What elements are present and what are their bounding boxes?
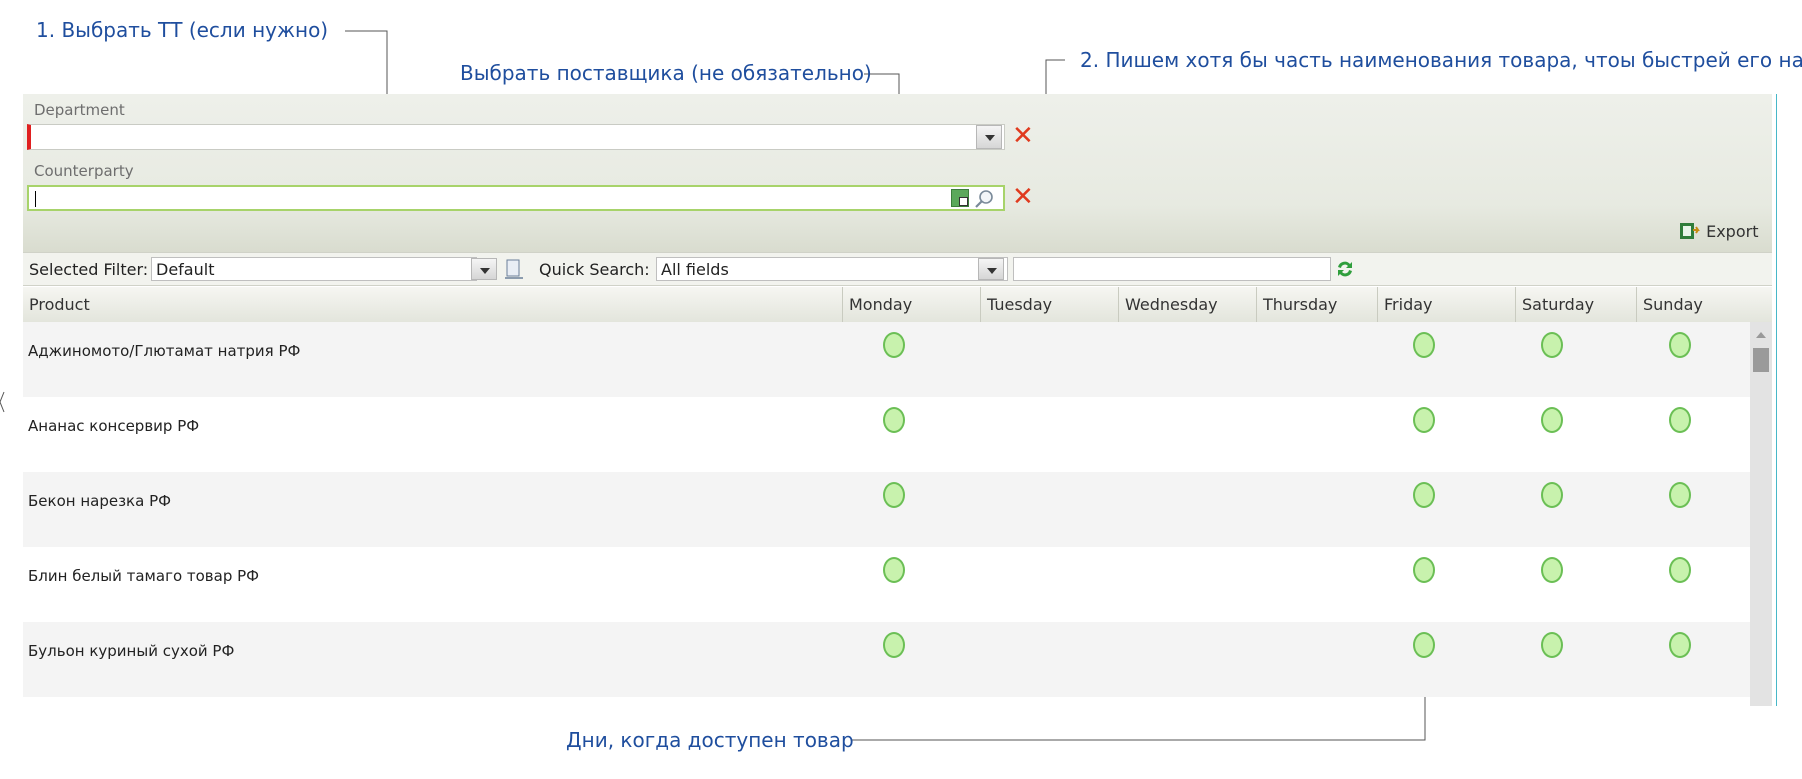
column-header-tuesday[interactable]: Tuesday	[980, 287, 1118, 322]
column-header-monday[interactable]: Monday	[842, 287, 980, 322]
filter-settings-icon[interactable]	[503, 258, 525, 280]
counterparty-label: Counterparty	[34, 162, 134, 180]
product-name: Бульон куриный сухой РФ	[28, 642, 235, 660]
availability-indicator-friday	[1413, 557, 1435, 583]
department-label: Department	[34, 101, 125, 119]
quick-search-dropdown-button[interactable]	[978, 258, 1004, 280]
availability-indicator-sunday	[1669, 332, 1691, 358]
export-label: Export	[1706, 222, 1759, 241]
availability-indicator-friday	[1413, 332, 1435, 358]
scroll-up-arrow-icon[interactable]	[1756, 332, 1766, 338]
availability-indicator-monday	[883, 407, 905, 433]
column-header-friday[interactable]: Friday	[1377, 287, 1515, 322]
availability-indicator-monday	[883, 482, 905, 508]
availability-indicator-monday	[883, 557, 905, 583]
selected-filter-select[interactable]: Default	[151, 257, 477, 281]
grid-toolbar: Selected Filter: Default Quick Search: A…	[23, 252, 1772, 286]
table-row[interactable]: Аджиномото/Глютамат натрия РФ	[23, 322, 1750, 397]
table-row[interactable]: Бекон нарезка РФ	[23, 472, 1750, 547]
filter-panel: Department ✕ Counterparty ✕ Export	[23, 94, 1772, 252]
column-header-saturday[interactable]: Saturday	[1515, 287, 1636, 322]
department-dropdown-button[interactable]	[976, 125, 1002, 149]
availability-indicator-monday	[883, 332, 905, 358]
edge-mark	[0, 391, 5, 413]
column-header-wednesday[interactable]: Wednesday	[1118, 287, 1256, 322]
department-clear-icon[interactable]: ✕	[1012, 123, 1034, 149]
quick-search-field-select[interactable]: All fields	[656, 257, 1008, 281]
counterparty-clear-icon[interactable]: ✕	[1012, 184, 1034, 210]
availability-indicator-monday	[883, 632, 905, 658]
product-name: Бекон нарезка РФ	[28, 492, 172, 510]
grid-header: Product Monday Tuesday Wednesday Thursda…	[23, 287, 1772, 323]
availability-indicator-saturday	[1541, 482, 1563, 508]
grid-scrollbar[interactable]	[1750, 322, 1772, 706]
availability-indicator-sunday	[1669, 407, 1691, 433]
product-name: Аджиномото/Глютамат натрия РФ	[28, 342, 301, 360]
table-row[interactable]: Бульон куриный сухой РФ	[23, 622, 1750, 697]
availability-indicator-sunday	[1669, 482, 1691, 508]
availability-indicator-friday	[1413, 632, 1435, 658]
search-icon[interactable]	[973, 188, 995, 210]
right-border-line	[1776, 94, 1777, 706]
refresh-icon[interactable]	[1335, 259, 1355, 279]
text-cursor	[35, 191, 36, 207]
quick-search-field-value: All fields	[661, 260, 729, 279]
availability-indicator-sunday	[1669, 557, 1691, 583]
annotation-days-available: Дни, когда доступен товар	[566, 728, 854, 752]
availability-indicator-friday	[1413, 482, 1435, 508]
annotation-select-tt: 1. Выбрать ТТ (если нужно)	[36, 18, 329, 42]
department-select[interactable]	[27, 124, 1005, 150]
column-header-sunday[interactable]: Sunday	[1636, 287, 1772, 322]
table-row[interactable]: Блин белый тамаго товар РФ	[23, 547, 1750, 622]
counterparty-input[interactable]	[27, 185, 1005, 211]
annotation-search-hint: 2. Пишем хотя бы часть наименования това…	[1080, 48, 1802, 72]
column-header-thursday[interactable]: Thursday	[1256, 287, 1377, 322]
availability-indicator-sunday	[1669, 632, 1691, 658]
availability-indicator-saturday	[1541, 407, 1563, 433]
quick-search-input[interactable]	[1013, 257, 1331, 281]
selected-filter-value: Default	[156, 260, 215, 279]
scroll-thumb[interactable]	[1753, 348, 1769, 372]
column-header-product[interactable]: Product	[23, 287, 842, 322]
table-row[interactable]: Ананас консервир РФ	[23, 397, 1750, 472]
quick-search-label: Quick Search:	[539, 260, 650, 279]
excel-export-icon	[1680, 223, 1700, 239]
availability-indicator-saturday	[1541, 557, 1563, 583]
catalog-icon[interactable]	[951, 189, 969, 207]
availability-indicator-saturday	[1541, 332, 1563, 358]
availability-indicator-saturday	[1541, 632, 1563, 658]
availability-indicator-friday	[1413, 407, 1435, 433]
selected-filter-label: Selected Filter:	[29, 260, 149, 279]
product-name: Ананас консервир РФ	[28, 417, 200, 435]
export-button[interactable]: Export	[1679, 221, 1758, 241]
selected-filter-dropdown-button[interactable]	[471, 258, 497, 280]
annotation-select-supplier: Выбрать поставщика (не обязательно)	[460, 61, 872, 85]
product-name: Блин белый тамаго товар РФ	[28, 567, 260, 585]
